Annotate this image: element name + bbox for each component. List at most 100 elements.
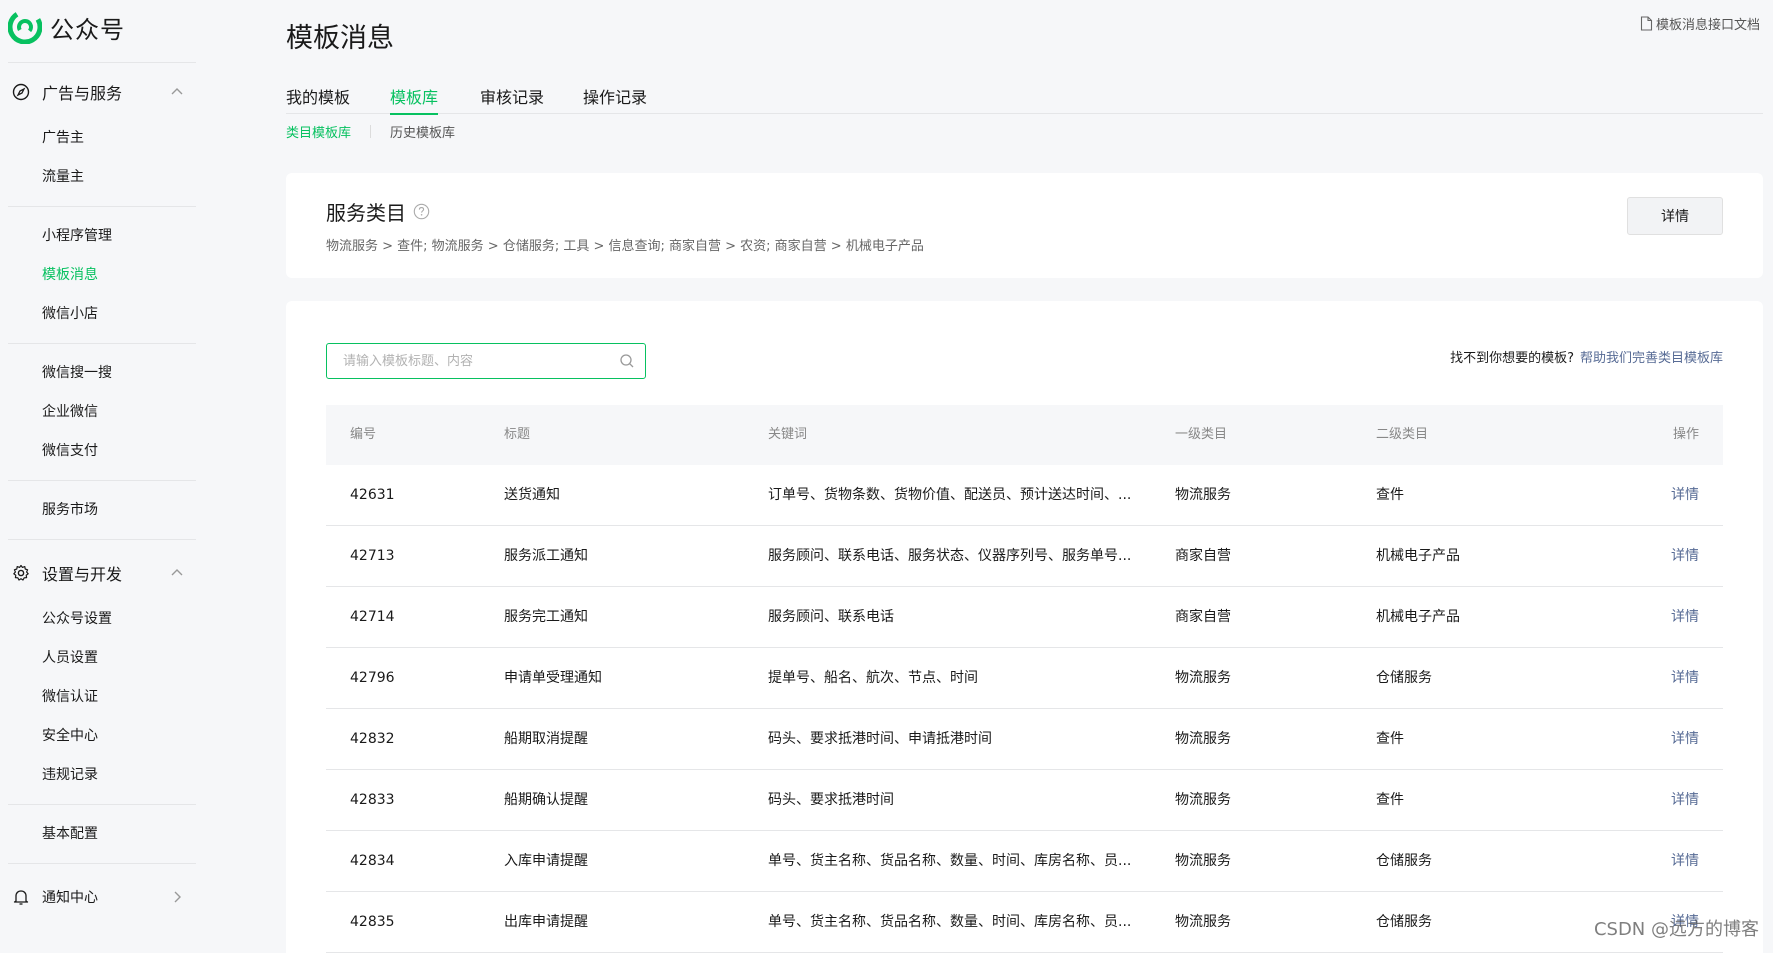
sidebar-group-notice[interactable]: 通知中心 (12, 885, 184, 909)
row-level2: 查件 (1376, 731, 1404, 747)
row-level2: 机械电子产品 (1376, 609, 1460, 625)
row-detail-link[interactable]: 详情 (1671, 587, 1699, 647)
row-level1: 物流服务 (1175, 670, 1231, 686)
doc-link[interactable]: 模板消息接口文档 (1640, 14, 1760, 33)
bell-icon (13, 890, 29, 905)
chevron-up-icon[interactable] (170, 566, 184, 580)
compass-icon (12, 83, 30, 101)
help-icon[interactable] (413, 203, 430, 220)
subtabs: 类目模板库 历史模板库 (286, 122, 455, 141)
sidebar-item-account-settings[interactable]: 公众号设置 (42, 609, 112, 629)
row-id: 42796 (350, 670, 395, 686)
row-detail-link[interactable]: 详情 (1671, 831, 1699, 891)
row-id: 42713 (350, 548, 395, 564)
header-id: 编号 (350, 427, 377, 442)
sidebar-divider (8, 480, 196, 481)
row-level1: 物流服务 (1175, 792, 1231, 808)
tab-template-library[interactable]: 模板库 (390, 84, 439, 115)
hint-text: 找不到你想要的模板? (1450, 351, 1574, 366)
service-category-title: 服务类目 (326, 197, 430, 226)
row-detail-link[interactable]: 详情 (1671, 526, 1699, 586)
doc-link-label: 模板消息接口文档 (1655, 18, 1760, 33)
tab-my-templates[interactable]: 我的模板 (286, 84, 350, 114)
row-title: 服务完工通知 (504, 609, 588, 625)
row-level1: 商家自营 (1175, 609, 1231, 625)
sidebar-item-violation-records[interactable]: 违规记录 (42, 765, 98, 785)
table-row: 42631 送货通知 订单号、货物条数、货物价值、配送员、预计送达时间、... … (326, 465, 1723, 526)
row-keywords: 码头、要求抵港时间、申请抵港时间 (768, 731, 992, 747)
sidebar-item-wechat-verify[interactable]: 微信认证 (42, 687, 98, 707)
search-icon[interactable] (619, 353, 635, 369)
row-title: 申请单受理通知 (504, 670, 602, 686)
sidebar-item-wechat-store[interactable]: 微信小店 (42, 304, 98, 324)
header-level1: 一级类目 (1175, 427, 1228, 442)
service-category-card: 服务类目 物流服务 > 查件; 物流服务 > 仓储服务; 工具 > 信息查询; … (286, 173, 1763, 278)
sidebar-item-security-center[interactable]: 安全中心 (42, 726, 98, 746)
missing-template-hint: 找不到你想要的模板? 帮助我们完善类目模板库 (1450, 347, 1723, 366)
row-keywords: 服务顾问、联系电话 (768, 609, 894, 625)
sidebar-item-service-market[interactable]: 服务市场 (42, 500, 98, 520)
improve-library-link[interactable]: 帮助我们完善类目模板库 (1580, 351, 1723, 366)
subtab-history-library[interactable]: 历史模板库 (390, 122, 455, 141)
sidebar-item-wechat-pay[interactable]: 微信支付 (42, 441, 98, 461)
row-keywords: 订单号、货物条数、货物价值、配送员、预计送达时间、... (768, 487, 1132, 503)
row-level2: 仓储服务 (1376, 914, 1432, 930)
row-keywords: 单号、货主名称、货品名称、数量、时间、库房名称、员... (768, 914, 1132, 930)
service-category-label: 服务类目 (326, 201, 406, 225)
chevron-right-icon[interactable] (170, 890, 184, 904)
table-row: 42714 服务完工通知 服务顾问、联系电话 商家自营 机械电子产品 详情 (326, 587, 1723, 648)
chevron-up-icon[interactable] (170, 85, 184, 99)
search-input[interactable] (343, 344, 613, 378)
brand-name: 公众号 (50, 15, 125, 44)
sidebar-item-miniprogram[interactable]: 小程序管理 (42, 226, 112, 246)
sidebar-divider (8, 62, 196, 63)
sidebar-item-basic-config[interactable]: 基本配置 (42, 824, 98, 844)
main-tabs: 我的模板 模板库 审核记录 操作记录 (286, 84, 1763, 115)
table-row: 42796 申请单受理通知 提单号、船名、航次、节点、时间 物流服务 仓储服务 … (326, 648, 1723, 709)
sidebar-group-settings[interactable]: 设置与开发 (12, 561, 184, 585)
row-title: 入库申请提醒 (504, 853, 588, 869)
template-table: 编号 标题 关键词 一级类目 二级类目 操作 42631 送货通知 订单号、货物… (326, 405, 1723, 953)
row-level1: 物流服务 (1175, 731, 1231, 747)
row-keywords: 服务顾问、联系电话、服务状态、仪器序列号、服务单号... (768, 548, 1132, 564)
table-row: 42713 服务派工通知 服务顾问、联系电话、服务状态、仪器序列号、服务单号..… (326, 526, 1723, 587)
sidebar-group-label: 设置与开发 (42, 565, 123, 584)
search-box[interactable] (326, 343, 646, 379)
row-id: 42833 (350, 792, 395, 808)
row-detail-link[interactable]: 详情 (1671, 648, 1699, 708)
tab-review-records[interactable]: 审核记录 (480, 84, 544, 114)
tab-operation-records[interactable]: 操作记录 (583, 84, 647, 114)
logo[interactable]: 公众号 (8, 10, 125, 44)
sidebar-item-wecom[interactable]: 企业微信 (42, 402, 98, 422)
watermark: CSDN @远方的博客 (1593, 919, 1759, 940)
row-level2: 机械电子产品 (1376, 548, 1460, 564)
row-detail-link[interactable]: 详情 (1671, 465, 1699, 525)
sidebar-item-advertiser[interactable]: 广告主 (42, 128, 84, 148)
row-level2: 查件 (1376, 487, 1404, 503)
sidebar-divider (8, 343, 196, 344)
sidebar-item-wechat-search[interactable]: 微信搜一搜 (42, 363, 112, 383)
row-title: 送货通知 (504, 487, 560, 503)
sidebar-group-label: 广告与服务 (42, 84, 123, 103)
subtab-category-library[interactable]: 类目模板库 (286, 122, 351, 141)
table-row: 42833 船期确认提醒 码头、要求抵港时间 物流服务 查件 详情 (326, 770, 1723, 831)
sidebar-group-ads[interactable]: 广告与服务 (12, 80, 184, 104)
row-level1: 商家自营 (1175, 548, 1231, 564)
sidebar-item-publisher[interactable]: 流量主 (42, 167, 84, 187)
row-level1: 物流服务 (1175, 853, 1231, 869)
sidebar-item-member-settings[interactable]: 人员设置 (42, 648, 98, 668)
header-operation: 操作 (1672, 427, 1699, 442)
row-id: 42631 (350, 487, 395, 503)
service-detail-button[interactable]: 详情 (1627, 197, 1723, 235)
header-keywords: 关键词 (768, 427, 808, 442)
wechat-logo-icon (8, 10, 42, 44)
page-title: 模板消息 (286, 23, 394, 54)
row-level2: 查件 (1376, 792, 1404, 808)
row-detail-link[interactable]: 详情 (1671, 770, 1699, 830)
sidebar: 公众号 广告与服务 广告主 流量主 小程序管理 模板消息 微信小店 微信搜一搜 … (0, 0, 212, 953)
sidebar-divider (8, 804, 196, 805)
gear-icon (13, 564, 29, 581)
sidebar-item-template-message[interactable]: 模板消息 (42, 265, 98, 285)
row-detail-link[interactable]: 详情 (1671, 709, 1699, 769)
sidebar-divider (8, 206, 196, 207)
